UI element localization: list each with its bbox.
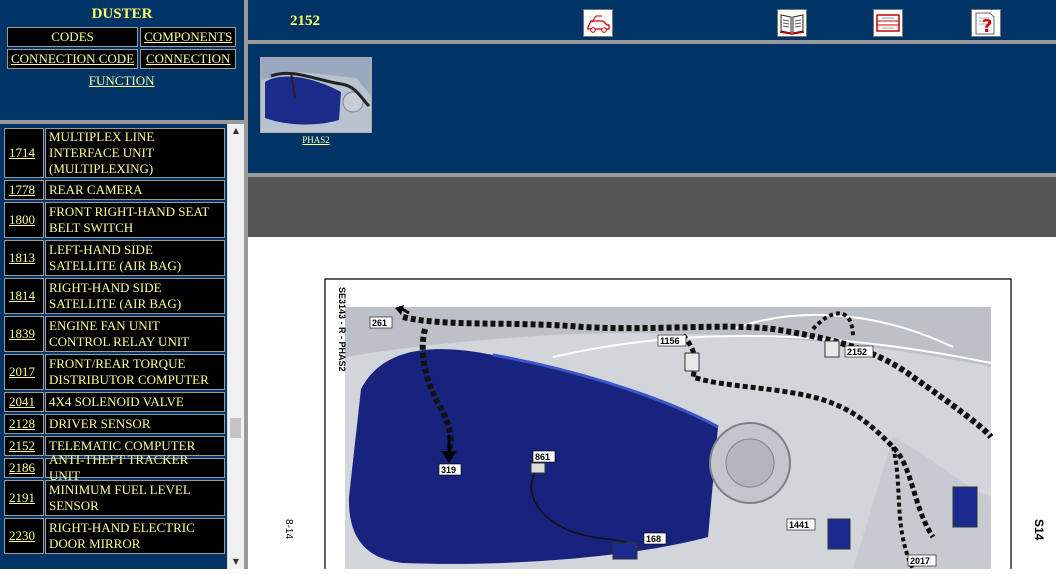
- component-number-link[interactable]: 2017: [4, 354, 44, 390]
- component-number-link[interactable]: 2128: [4, 414, 44, 434]
- viewer-toolbar-area: [248, 177, 1056, 237]
- svg-text:?: ?: [982, 16, 992, 36]
- car-tag-icon: [587, 15, 610, 33]
- component-row-2191[interactable]: 2191 MINIMUM FUEL LEVEL SENSOR: [0, 480, 227, 516]
- header-bar: 2152 ?: [248, 0, 1056, 40]
- scroll-up-icon[interactable]: ▲: [228, 124, 244, 138]
- diagram-viewer: 261 1156 2152 319 861 168 1441 2017 SE31…: [253, 237, 1056, 570]
- component-row-1814[interactable]: 1814 RIGHT-HAND SIDE SATELLITE (AIR BAG): [0, 278, 227, 314]
- wiring-diagram-icon: [876, 14, 900, 32]
- dashboard-thumbnail-image: [261, 58, 371, 132]
- callout-261: 261: [372, 318, 387, 328]
- component-list: 1714 MULTIPLEX LINE INTERFACE UNIT (MULTI…: [0, 124, 227, 569]
- component-row-2017[interactable]: 2017 FRONT/REAR TORQUE DISTRIBUTOR COMPUT…: [0, 354, 227, 390]
- callout-2017: 2017: [910, 556, 930, 566]
- callout-861: 861: [535, 452, 550, 462]
- nav-connection-code-link[interactable]: CONNECTION CODE: [7, 49, 139, 69]
- page-number-left: 8-14: [283, 519, 294, 539]
- nav-connection-link[interactable]: CONNECTION: [140, 49, 237, 69]
- component-number-link[interactable]: 2041: [4, 392, 44, 412]
- open-book-icon: [779, 14, 805, 35]
- component-row-1714[interactable]: 1714 MULTIPLEX LINE INTERFACE UNIT (MULTI…: [0, 128, 227, 178]
- component-list-scrollbar[interactable]: ▲ ▼: [227, 124, 244, 569]
- thumbnail-panel: PHAS2: [248, 44, 1056, 173]
- left-frame: DUSTER CODES COMPONENTS CONNECTION CODE …: [0, 0, 244, 569]
- component-row-2041[interactable]: 2041 4X4 SOLENOID VALVE: [0, 392, 227, 412]
- component-description: MINIMUM FUEL LEVEL SENSOR: [45, 480, 225, 516]
- component-number-link[interactable]: 1839: [4, 316, 44, 352]
- component-description: ANTI-THEFT TRACKER UNIT: [45, 452, 225, 483]
- help-button[interactable]: ?: [971, 9, 1001, 37]
- component-description: REAR CAMERA: [45, 180, 225, 200]
- component-number-link[interactable]: 1814: [4, 278, 44, 314]
- component-row-1813[interactable]: 1813 LEFT-HAND SIDE SATELLITE (AIR BAG): [0, 240, 227, 276]
- component-number-link[interactable]: 2152: [4, 436, 44, 456]
- component-row-1839[interactable]: 1839 ENGINE FAN UNIT CONTROL RELAY UNIT: [0, 316, 227, 352]
- component-description: FRONT/REAR TORQUE DISTRIBUTOR COMPUTER: [45, 354, 225, 390]
- component-row-2186[interactable]: 2186 ANTI-THEFT TRACKER UNIT: [0, 452, 227, 483]
- component-description: DRIVER SENSOR: [45, 414, 225, 434]
- component-number-link[interactable]: 1813: [4, 240, 44, 276]
- component-description: RIGHT-HAND ELECTRIC DOOR MIRROR: [45, 518, 225, 554]
- scroll-down-icon[interactable]: ▼: [228, 555, 244, 569]
- component-row-1778[interactable]: 1778 REAR CAMERA: [0, 180, 227, 200]
- wiring-diagram-button[interactable]: [873, 9, 903, 37]
- callout-1156: 1156: [660, 336, 680, 346]
- callout-2152: 2152: [847, 347, 867, 357]
- help-document-icon: ?: [975, 12, 995, 37]
- nav-panel: DUSTER CODES COMPONENTS CONNECTION CODE …: [0, 0, 244, 120]
- callout-168: 168: [646, 534, 661, 544]
- nav-table: CODES COMPONENTS CONNECTION CODE CONNECT…: [5, 25, 238, 93]
- component-description: MULTIPLEX LINE INTERFACE UNIT (MULTIPLEX…: [45, 128, 225, 178]
- component-description: LEFT-HAND SIDE SATELLITE (AIR BAG): [45, 240, 225, 276]
- component-description: RIGHT-HAND SIDE SATELLITE (AIR BAG): [45, 278, 225, 314]
- phas2-thumbnail-link[interactable]: PHAS2: [260, 135, 372, 145]
- vehicle-title: DUSTER: [91, 6, 153, 22]
- page-number-right: S14: [1032, 519, 1046, 541]
- phas2-thumbnail[interactable]: [260, 57, 372, 133]
- nav-codes[interactable]: CODES: [7, 27, 139, 47]
- component-number-link[interactable]: 2230: [4, 518, 44, 554]
- component-row-1800[interactable]: 1800 FRONT RIGHT-HAND SEAT BELT SWITCH: [0, 202, 227, 238]
- scrollbar-thumb[interactable]: [230, 418, 241, 438]
- callout-319: 319: [441, 465, 456, 475]
- component-number-link[interactable]: 2186: [4, 458, 44, 478]
- component-number-link[interactable]: 1800: [4, 202, 44, 238]
- component-number-link[interactable]: 1778: [4, 180, 44, 200]
- component-description: FRONT RIGHT-HAND SEAT BELT SWITCH: [45, 202, 225, 238]
- manual-button[interactable]: [777, 9, 807, 37]
- component-number-link[interactable]: 2191: [4, 480, 44, 516]
- component-description: 4X4 SOLENOID VALVE: [45, 392, 225, 412]
- component-row-2230[interactable]: 2230 RIGHT-HAND ELECTRIC DOOR MIRROR: [0, 518, 227, 554]
- nav-function-link[interactable]: FUNCTION: [7, 71, 236, 91]
- component-description: ENGINE FAN UNIT CONTROL RELAY UNIT: [45, 316, 225, 352]
- callout-1441: 1441: [789, 520, 809, 530]
- component-code: 2152: [290, 13, 320, 29]
- nav-components-link[interactable]: COMPONENTS: [140, 27, 237, 47]
- car-tag-button[interactable]: [583, 9, 613, 37]
- component-number-link[interactable]: 1714: [4, 128, 44, 178]
- diagram-reference-code: SE3143 - R - PHAS2: [337, 287, 347, 372]
- component-row-2128[interactable]: 2128 DRIVER SENSOR: [0, 414, 227, 434]
- wiring-diagram: 261 1156 2152 319 861 168 1441 2017 SE31…: [283, 278, 1046, 570]
